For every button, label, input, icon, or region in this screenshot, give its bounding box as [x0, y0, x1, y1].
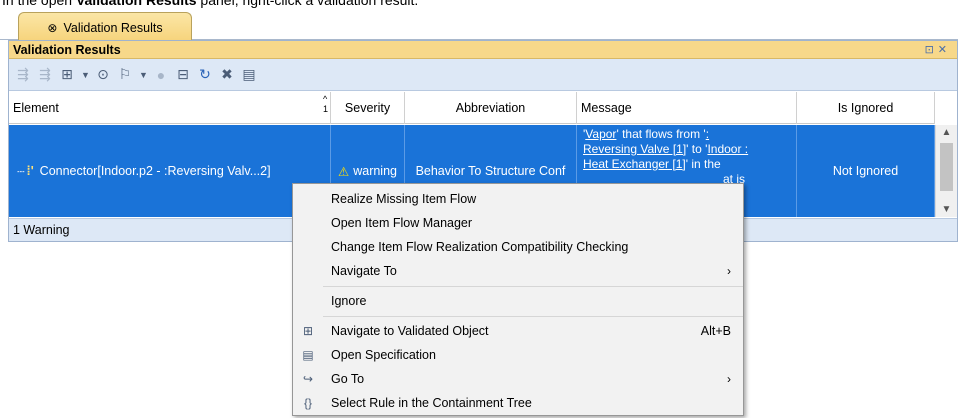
- table-header: Element ^ 1 Severity Abbreviation Message…: [9, 92, 935, 124]
- menu-item-navigate-to[interactable]: Navigate To ›: [293, 259, 743, 283]
- navigate-tree-icon: ⊞: [302, 324, 314, 338]
- column-message-label: Message: [581, 101, 632, 115]
- msg-link-indoor[interactable]: Indoor :: [707, 142, 748, 156]
- tab-label: Validation Results: [63, 20, 163, 35]
- menu-item-realize-missing-item-flow[interactable]: Realize Missing Item Flow: [293, 187, 743, 211]
- tools-icon[interactable]: ✖: [219, 66, 235, 83]
- sort-indicator: ^ 1: [323, 94, 328, 114]
- sort-caret-icon: ^: [322, 94, 328, 104]
- submenu-arrow-icon: ›: [727, 372, 731, 386]
- scroll-up-icon[interactable]: ▲: [936, 127, 957, 138]
- braces-icon: {}: [303, 396, 312, 410]
- column-is-ignored-label: Is Ignored: [837, 101, 894, 115]
- export-icon[interactable]: ▤: [241, 66, 257, 83]
- menu-label: Realize Missing Item Flow: [331, 192, 477, 206]
- expand-all-icon[interactable]: ⇶: [15, 66, 31, 83]
- connector-icon: ⁞': [26, 164, 34, 178]
- submenu-arrow-icon: ›: [727, 264, 731, 278]
- caption-suffix: panel, right-click a validation result.: [196, 0, 419, 8]
- menu-item-select-rule-in-containment-tree[interactable]: {} Select Rule in the Containment Tree: [293, 391, 743, 415]
- menu-separator: [323, 286, 743, 287]
- circle-icon[interactable]: ●: [153, 67, 169, 83]
- tab-validation-results[interactable]: ⊗ Validation Results: [18, 12, 192, 42]
- column-element-label: Element: [13, 101, 59, 115]
- dropdown-caret-icon[interactable]: ▼: [81, 70, 90, 80]
- vertical-scrollbar[interactable]: ▲ ▼: [935, 125, 957, 217]
- warning-icon: ⚠: [338, 164, 350, 179]
- menu-label: Go To: [331, 372, 365, 386]
- column-abbreviation-label: Abbreviation: [455, 101, 526, 115]
- menu-label: Open Item Flow Manager: [331, 216, 473, 230]
- menu-label: Select Rule in the Containment Tree: [331, 396, 532, 410]
- column-abbreviation[interactable]: Abbreviation: [405, 92, 577, 124]
- menu-shortcut: Alt+B: [700, 324, 731, 338]
- go-to-icon: ↪: [302, 372, 314, 386]
- instruction-caption: In the open Validation Results panel, ri…: [2, 0, 419, 8]
- cell-element: ┄ ⁞' Connector[Indoor.p2 - :Reversing Va…: [9, 125, 331, 217]
- menu-item-navigate-to-validated-object[interactable]: ⊞ Navigate to Validated Object Alt+B: [293, 319, 743, 343]
- scroll-down-icon[interactable]: ▼: [936, 204, 957, 215]
- menu-label: Navigate to Validated Object: [331, 324, 489, 338]
- status-text: 1 Warning: [13, 223, 70, 237]
- navigate-icon[interactable]: ⊞: [59, 66, 75, 83]
- msg-link-vapor[interactable]: Vapor: [585, 127, 616, 141]
- column-message[interactable]: Message: [577, 92, 797, 124]
- panel-title-bar: Validation Results ⊡✕: [9, 41, 957, 59]
- close-icon[interactable]: ✕: [938, 44, 951, 56]
- element-name: Connector[Indoor.p2 - :Reversing Valv...…: [39, 164, 271, 178]
- column-severity-label: Severity: [344, 101, 391, 115]
- collapse-all-icon[interactable]: ⇶: [37, 66, 53, 83]
- toolbar: ⇶ ⇶ ⊞ ▼ ⊙ ⚐ ▼ ● ⊟ ↻ ✖ ▤: [9, 59, 957, 91]
- specification-icon: ▤: [302, 348, 314, 362]
- menu-item-go-to[interactable]: ↪ Go To ›: [293, 367, 743, 391]
- column-element[interactable]: Element ^ 1: [9, 92, 331, 124]
- tab-strip: ⊗ Validation Results: [0, 8, 958, 42]
- menu-item-open-item-flow-manager[interactable]: Open Item Flow Manager: [293, 211, 743, 235]
- sort-order: 1: [322, 104, 328, 114]
- menu-label: Navigate To: [331, 264, 397, 278]
- menu-label: Change Item Flow Realization Compatibili…: [331, 240, 629, 254]
- menu-item-change-compatibility-checking[interactable]: Change Item Flow Realization Compatibili…: [293, 235, 743, 259]
- msg-link-colon[interactable]: :: [706, 127, 709, 141]
- close-circle-icon[interactable]: ⊗: [47, 21, 57, 35]
- context-menu: Realize Missing Item Flow Open Item Flow…: [292, 183, 744, 416]
- menu-label: Ignore: [331, 294, 367, 308]
- refresh-icon[interactable]: ↻: [197, 66, 213, 83]
- msg-link-reversing-valve[interactable]: Reversing Valve [1]: [583, 142, 686, 156]
- cell-is-ignored: Not Ignored: [797, 125, 935, 217]
- msg-link-heat-exchanger[interactable]: Heat Exchanger [1]: [583, 157, 686, 171]
- dropdown-caret-icon[interactable]: ▼: [139, 70, 148, 80]
- caption-bold: Validation Results: [75, 0, 197, 8]
- panel-controls: ⊡✕: [925, 41, 951, 59]
- column-is-ignored[interactable]: Is Ignored: [797, 92, 935, 124]
- menu-label: Open Specification: [331, 348, 436, 362]
- restore-icon[interactable]: ⊡: [925, 44, 938, 56]
- group-icon[interactable]: ⊟: [175, 66, 191, 83]
- msg-text: ' that flows from ': [616, 127, 706, 141]
- is-ignored-value: Not Ignored: [832, 164, 899, 178]
- scroll-thumb[interactable]: [940, 143, 953, 191]
- menu-separator: [323, 316, 743, 317]
- abbreviation-value: Behavior To Structure Conf: [415, 164, 566, 178]
- msg-text: ' in the: [685, 157, 721, 171]
- menu-item-open-specification[interactable]: ▤ Open Specification: [293, 343, 743, 367]
- validate-icon[interactable]: ⊙: [95, 66, 111, 83]
- caption-prefix: In the open: [2, 0, 76, 8]
- msg-text: ' to ': [686, 142, 708, 156]
- severity-value: warning: [353, 164, 397, 178]
- menu-item-ignore[interactable]: Ignore: [293, 289, 743, 313]
- panel-title: Validation Results: [13, 43, 121, 57]
- column-severity[interactable]: Severity: [331, 92, 405, 124]
- flag-icon[interactable]: ⚐: [117, 66, 133, 83]
- tree-line-icon: ┄: [17, 164, 25, 179]
